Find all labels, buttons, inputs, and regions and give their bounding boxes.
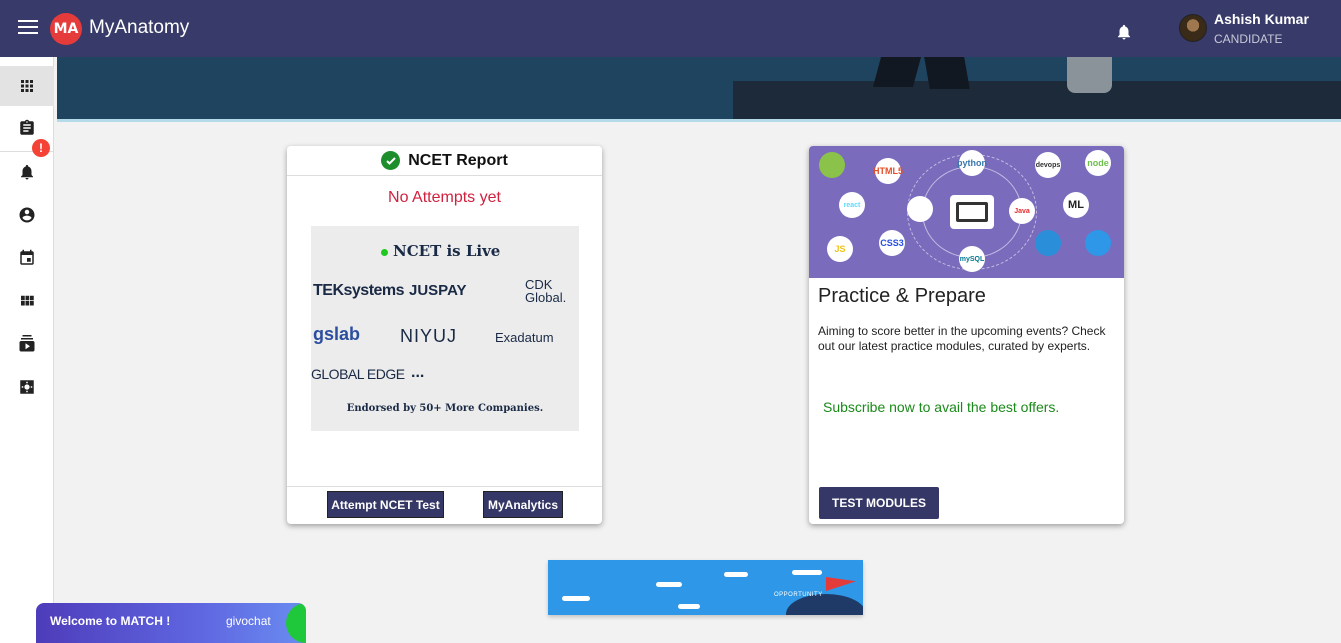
ncet-card-header: NCET Report [287,146,602,176]
company-logo: Exadatum [495,330,554,345]
practice-card-title: Practice & Prepare [818,285,986,307]
sidebar-item-calendar[interactable] [0,238,54,278]
sidebar: ! [0,57,54,643]
bell-icon [21,164,33,180]
settings-icon [20,380,34,394]
clipboard-icon [20,119,34,135]
chat-brand: givochat [226,614,271,628]
nodejs-icon: node [1085,150,1111,176]
sidebar-item-dashboard[interactable] [0,66,54,106]
user-name[interactable]: Ashish Kumar [1214,11,1309,27]
chat-launcher-icon[interactable] [286,603,306,643]
chat-widget[interactable]: Welcome to MATCH ! givochat [36,603,306,643]
check-circle-icon [381,151,401,170]
sidebar-item-profile[interactable] [0,195,54,235]
notifications-bell-icon[interactable] [1115,22,1133,42]
company-logo: NIYUJ [400,326,458,346]
practice-tech-illustration: HTML5 python devops node react Java ML J… [809,146,1124,278]
live-dot-icon [381,248,388,256]
java-icon: Java [1009,198,1035,224]
app-logo[interactable]: MA [50,13,82,45]
apps-icon [21,295,34,306]
ncet-card-footer: Attempt NCET Test MyAnalytics [287,486,602,524]
practice-card-description: Aiming to score better in the upcoming e… [818,324,1106,353]
ncet-live-headline: NCET is Live [393,242,501,260]
sidebar-item-videos[interactable] [0,324,54,364]
company-logo: gslab [313,324,361,344]
react-icon: react [839,192,865,218]
ncet-live-promo-image: NCET is Live TEKsystems JUSPAY CDK Globa… [311,226,579,431]
hamburger-menu-icon[interactable] [18,20,38,36]
python-icon: python [957,150,987,176]
user-avatar[interactable] [1179,14,1207,42]
monitor-icon [950,195,994,229]
sidebar-item-apps[interactable] [0,281,54,321]
top-banner-image [57,57,1341,122]
company-logo: JUSPAY [409,282,467,299]
test-modules-button[interactable]: TEST MODULES [819,487,939,519]
mysql-icon: mySQL [959,246,985,272]
top-bar: MA MyAnatomy Ashish Kumar CANDIDATE [0,0,1341,57]
account-circle-icon [19,207,35,223]
sidebar-item-settings[interactable] [0,367,54,407]
gear-icon [1035,230,1061,256]
ml-icon: ML [1063,192,1089,218]
company-logo: TEKsystems [313,282,405,299]
ncet-report-card: NCET Report No Attempts yet NCET is Live… [287,146,602,524]
profile-alert-badge: ! [32,139,50,157]
chat-welcome-text: Welcome to MATCH ! [50,614,171,628]
css3-icon: CSS3 [879,230,905,256]
more-companies-ellipsis: ... [411,364,425,381]
code-icon [1085,230,1111,256]
red-flag-icon [826,577,856,591]
ncet-status-text: No Attempts yet [388,189,501,206]
opportunity-label: OPPORTUNITY [774,592,823,598]
js-icon: JS [827,236,853,262]
endorsed-text: Endorsed by 50+ More Companies. [346,403,544,414]
opportunity-promo-card[interactable]: OPPORTUNITY [548,560,863,615]
android-icon [819,152,845,178]
calendar-icon [20,249,34,265]
myanalytics-button[interactable]: MyAnalytics [483,491,563,518]
video-library-icon [19,335,35,352]
app-brand-name[interactable]: MyAnatomy [89,17,189,39]
subscribe-offer-text: Subscribe now to avail the best offers. [823,399,1060,415]
practice-prepare-card: HTML5 python devops node react Java ML J… [809,146,1124,524]
user-role: CANDIDATE [1214,32,1283,46]
company-logo: GLOBAL EDGE [311,366,405,382]
dashboard-grid-icon [21,80,33,92]
sidebar-item-notifications[interactable] [0,152,54,192]
cloud-icon [907,196,933,222]
company-logo: CDK Global. [525,277,567,305]
ncet-card-title: NCET Report [408,151,508,169]
attempt-ncet-test-button[interactable]: Attempt NCET Test [327,491,444,518]
devops-icon: devops [1035,152,1061,178]
html5-icon: HTML5 [873,158,903,184]
